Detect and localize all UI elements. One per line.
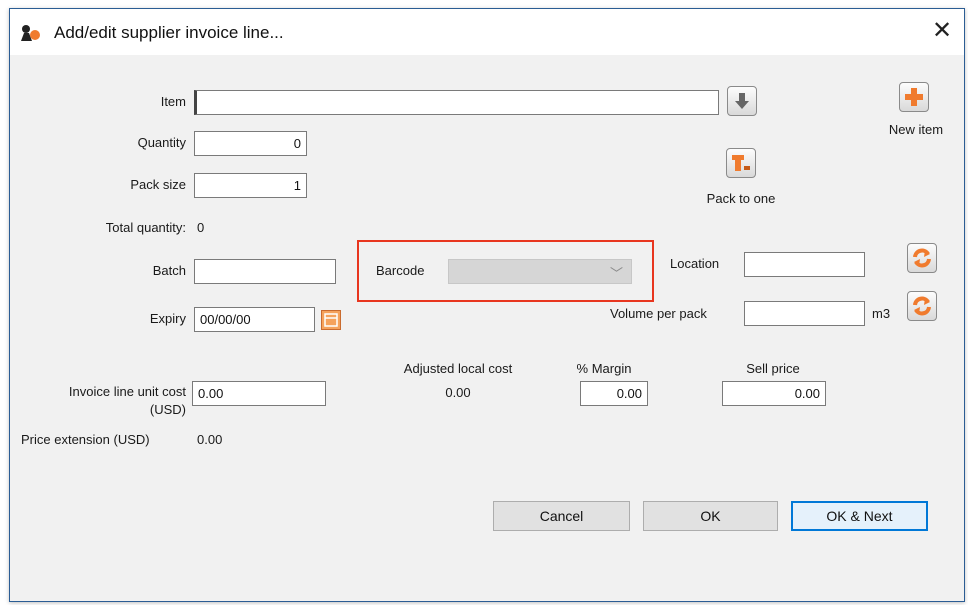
chevron-down-icon: ﹀ bbox=[609, 266, 623, 281]
invoice-line-unit-cost-label: Invoice line unit cost bbox=[68, 384, 186, 399]
quantity-input[interactable] bbox=[194, 131, 307, 156]
expiry-label: Expiry bbox=[149, 311, 186, 326]
new-item-button[interactable] bbox=[899, 82, 929, 112]
batch-label: Batch bbox=[152, 263, 186, 278]
refresh-icon bbox=[913, 248, 931, 268]
pack-size-input[interactable] bbox=[194, 173, 307, 198]
item-input[interactable] bbox=[194, 90, 719, 115]
location-label: Location bbox=[670, 256, 720, 271]
pack-to-one-button[interactable] bbox=[726, 148, 756, 178]
adjusted-local-cost-value: 0.00 bbox=[445, 385, 471, 400]
sell-price-label: Sell price bbox=[746, 361, 800, 376]
volume-unit: m3 bbox=[872, 306, 891, 321]
total-quantity-value: 0 bbox=[197, 220, 205, 235]
expiry-input[interactable] bbox=[194, 307, 315, 332]
price-extension-value: 0.00 bbox=[197, 432, 223, 447]
barcode-select[interactable]: ﹀ bbox=[448, 259, 632, 284]
total-quantity-label: Total quantity: bbox=[105, 220, 186, 235]
window-title: Add/edit supplier invoice line... bbox=[54, 23, 284, 42]
title-bar: Add/edit supplier invoice line... ✕ bbox=[10, 9, 964, 55]
location-input[interactable] bbox=[744, 252, 865, 277]
adjusted-local-cost-label: Adjusted local cost bbox=[403, 361, 513, 376]
ok-button[interactable]: OK bbox=[643, 501, 778, 531]
barcode-label: Barcode bbox=[376, 263, 425, 278]
calendar-icon bbox=[324, 313, 338, 327]
refresh-icon bbox=[913, 296, 931, 316]
volume-per-pack-input[interactable] bbox=[744, 301, 865, 326]
pack-to-one-icon bbox=[732, 155, 750, 171]
batch-input[interactable] bbox=[194, 259, 336, 284]
location-refresh-button[interactable] bbox=[907, 243, 937, 273]
quantity-label: Quantity bbox=[137, 135, 186, 150]
down-arrow-icon bbox=[735, 93, 749, 109]
invoice-line-unit-cost-currency: (USD) bbox=[149, 402, 186, 417]
margin-input[interactable] bbox=[580, 381, 648, 406]
pack-size-label: Pack size bbox=[130, 177, 186, 192]
calendar-button[interactable] bbox=[321, 310, 341, 330]
ok-next-button[interactable]: OK & Next bbox=[791, 501, 928, 531]
new-item-label: New item bbox=[888, 122, 944, 137]
margin-label: % Margin bbox=[576, 361, 632, 376]
volume-refresh-button[interactable] bbox=[907, 291, 937, 321]
volume-per-pack-label: Volume per pack bbox=[610, 306, 707, 321]
dialog-body: Item New item Quantity Pack size bbox=[10, 55, 964, 601]
item-label: Item bbox=[160, 94, 186, 109]
invoice-line-unit-cost-input[interactable] bbox=[192, 381, 326, 406]
price-extension-label: Price extension (USD) bbox=[21, 432, 150, 447]
close-icon: ✕ bbox=[931, 17, 953, 44]
app-icon bbox=[21, 25, 40, 41]
close-button[interactable]: ✕ bbox=[926, 15, 958, 47]
item-lookup-button[interactable] bbox=[727, 86, 757, 116]
supplier-invoice-line-dialog: Add/edit supplier invoice line... ✕ Item… bbox=[9, 8, 965, 602]
cancel-button[interactable]: Cancel bbox=[493, 501, 630, 531]
pack-to-one-label: Pack to one bbox=[706, 191, 776, 206]
sell-price-input[interactable] bbox=[722, 381, 826, 406]
plus-icon bbox=[905, 88, 923, 106]
